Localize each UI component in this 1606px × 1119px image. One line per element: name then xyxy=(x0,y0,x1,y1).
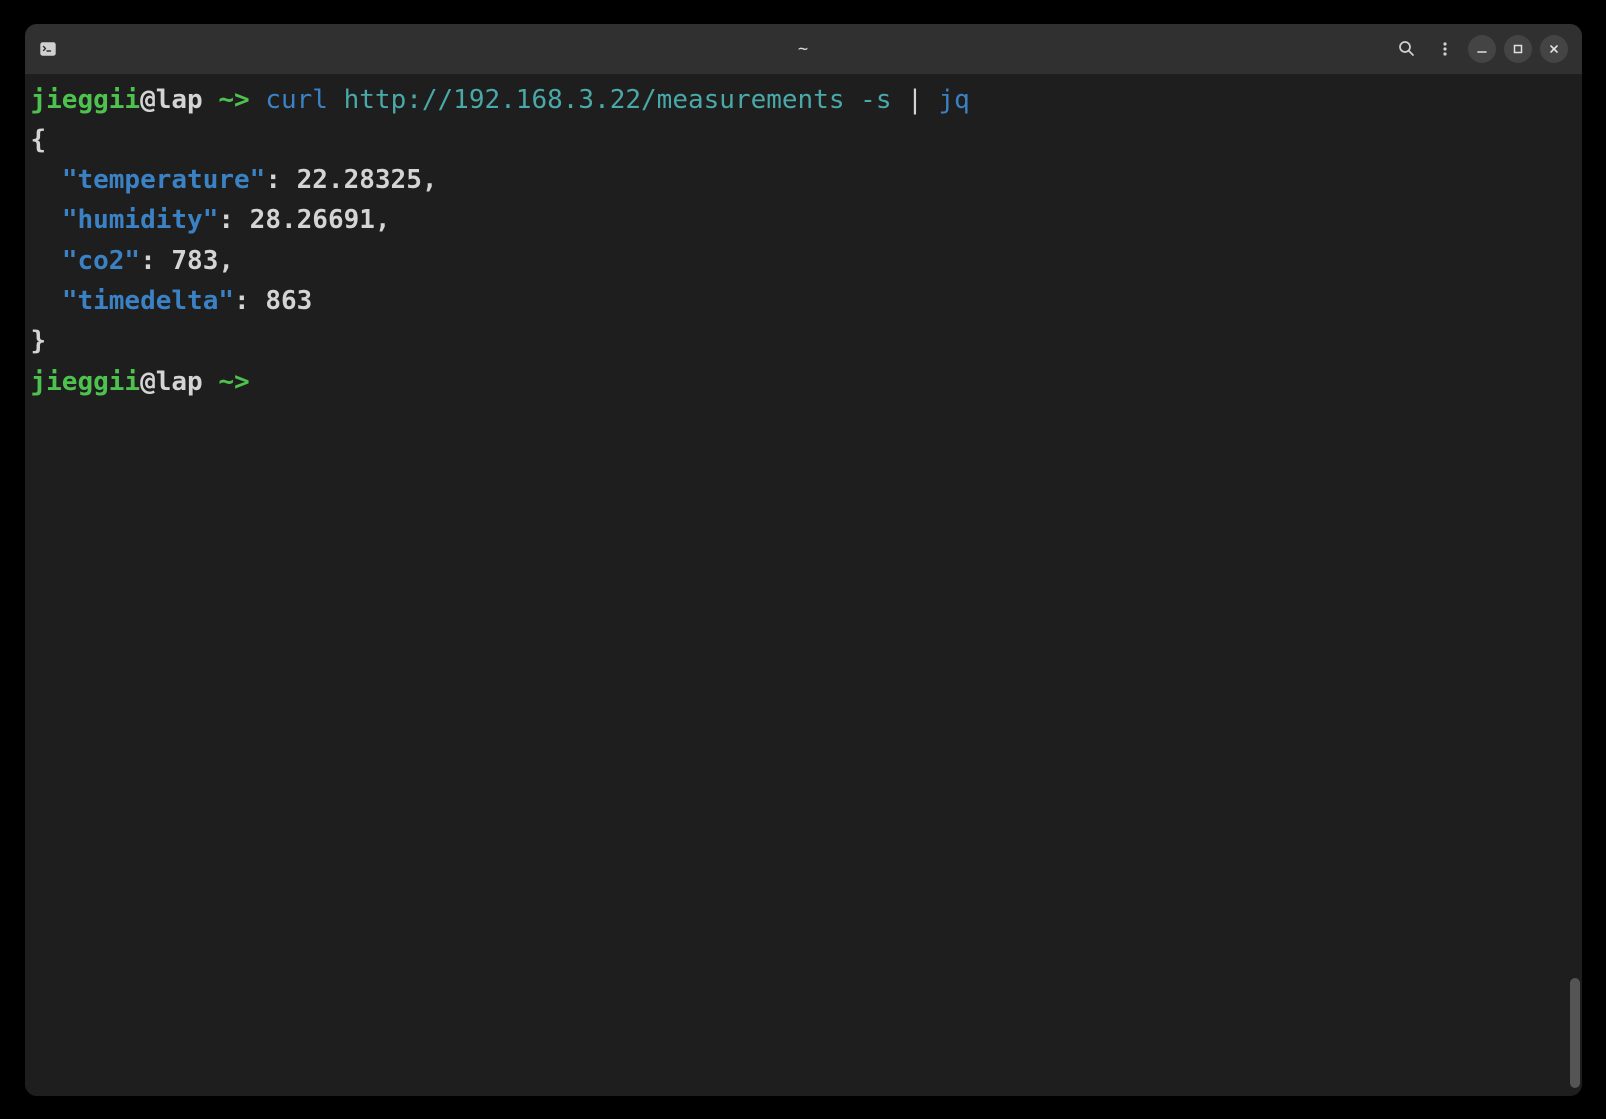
json-value: 863 xyxy=(265,286,312,316)
terminal-output[interactable]: jieggii@lap ~> curl http://192.168.3.22/… xyxy=(25,74,1582,1096)
json-value: 28.26691 xyxy=(250,205,375,235)
prompt-host: lap xyxy=(156,85,203,115)
prompt-at: @ xyxy=(140,367,156,397)
json-colon: : xyxy=(218,205,234,235)
json-comma: , xyxy=(375,205,391,235)
minimize-icon xyxy=(1476,43,1488,55)
json-comma: , xyxy=(218,246,234,276)
prompt-arrow: > xyxy=(234,367,250,397)
titlebar-left xyxy=(39,40,57,58)
maximize-button[interactable] xyxy=(1504,35,1532,63)
prompt-user: jieggii xyxy=(31,85,141,115)
prompt-at: @ xyxy=(140,85,156,115)
json-colon: : xyxy=(234,286,250,316)
command-curl: curl xyxy=(265,85,328,115)
close-button[interactable] xyxy=(1540,35,1568,63)
json-key: "timedelta" xyxy=(62,286,234,316)
search-icon xyxy=(1398,40,1415,57)
json-key: "temperature" xyxy=(62,165,266,195)
minimize-button[interactable] xyxy=(1468,35,1496,63)
window-title: ~ xyxy=(798,39,808,59)
close-icon xyxy=(1548,43,1560,55)
json-value: 22.28325 xyxy=(297,165,422,195)
json-value: 783 xyxy=(171,246,218,276)
json-close-brace: } xyxy=(31,326,47,356)
json-colon: : xyxy=(140,246,156,276)
json-open-brace: { xyxy=(31,125,47,155)
maximize-icon xyxy=(1512,43,1524,55)
json-key: "co2" xyxy=(62,246,140,276)
json-key: "humidity" xyxy=(62,205,219,235)
titlebar-right xyxy=(1392,34,1568,64)
prompt-arrow: > xyxy=(234,85,250,115)
terminal-app-icon[interactable] xyxy=(39,40,57,58)
kebab-menu-icon xyxy=(1437,41,1453,57)
search-button[interactable] xyxy=(1392,34,1422,64)
command-flag: -s xyxy=(860,85,891,115)
titlebar: ~ xyxy=(25,24,1582,74)
prompt-path: ~ xyxy=(218,85,234,115)
json-colon: : xyxy=(265,165,281,195)
command-pipe: | xyxy=(907,85,923,115)
command-url: http://192.168.3.22/measurements xyxy=(344,85,845,115)
command-jq: jq xyxy=(938,85,969,115)
menu-button[interactable] xyxy=(1430,34,1460,64)
prompt-user: jieggii xyxy=(31,367,141,397)
scrollbar[interactable] xyxy=(1570,978,1580,1088)
json-comma: , xyxy=(422,165,438,195)
terminal-window: ~ xyxy=(25,24,1582,1096)
prompt-host: lap xyxy=(156,367,203,397)
prompt-path: ~ xyxy=(218,367,234,397)
